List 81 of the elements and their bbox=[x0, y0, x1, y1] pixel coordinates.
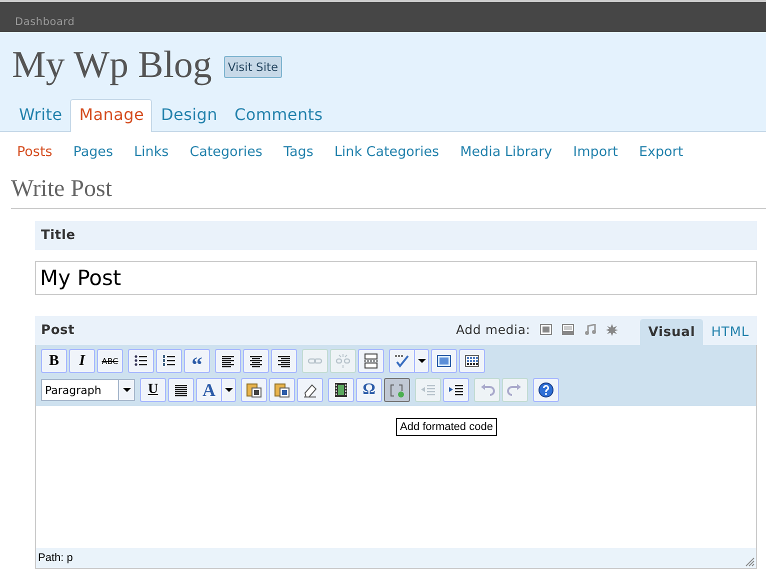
element-path: Path: p bbox=[38, 552, 73, 564]
dropdown-button[interactable] bbox=[415, 349, 429, 373]
tooltip: Add formated code bbox=[396, 418, 497, 436]
spelling-icon bbox=[394, 353, 410, 369]
numbered-list-icon bbox=[161, 353, 177, 369]
eraser-icon bbox=[302, 382, 318, 398]
text-color-button[interactable]: A bbox=[196, 378, 222, 402]
nav-tab[interactable]: Write bbox=[10, 99, 70, 131]
format-value: Paragraph bbox=[44, 384, 102, 396]
nav-tab[interactable]: Manage bbox=[70, 99, 152, 132]
code-icon bbox=[389, 382, 405, 398]
paste-word-button[interactable] bbox=[269, 378, 295, 402]
dropdown-button[interactable] bbox=[222, 378, 236, 402]
submenu-link[interactable]: Links bbox=[134, 144, 169, 162]
italic-button[interactable]: I bbox=[69, 349, 95, 373]
justify-button[interactable] bbox=[168, 378, 194, 402]
submenu-link[interactable]: Pages bbox=[73, 144, 113, 162]
page-break-icon bbox=[363, 353, 379, 369]
blog-title: My Wp Blog bbox=[12, 43, 212, 87]
nav-tab[interactable]: Design bbox=[152, 99, 226, 131]
align-left-icon bbox=[220, 353, 236, 369]
title-heading: Title bbox=[41, 228, 76, 243]
blockquote-button[interactable]: “ bbox=[184, 349, 210, 373]
nav-tab[interactable]: Comments bbox=[225, 99, 331, 131]
submenu-link[interactable]: Categories bbox=[190, 144, 262, 162]
submenu-link[interactable]: Import bbox=[573, 144, 618, 162]
toolbar-toggle-icon bbox=[464, 353, 480, 369]
numbers-button[interactable] bbox=[156, 349, 182, 373]
editor-tab[interactable]: Visual bbox=[640, 319, 704, 345]
question-mark-icon bbox=[538, 382, 554, 398]
align-center-button[interactable] bbox=[243, 349, 269, 373]
resize-grip-icon[interactable] bbox=[745, 557, 755, 567]
bullet-list-icon bbox=[133, 353, 149, 369]
eraser-button[interactable] bbox=[297, 378, 323, 402]
star-burst-icon[interactable] bbox=[606, 324, 618, 336]
fullscreen-button[interactable] bbox=[431, 349, 457, 373]
film-icon bbox=[333, 382, 349, 398]
align-center-icon bbox=[248, 353, 264, 369]
clipboard-icon bbox=[274, 382, 290, 398]
kitchen-sink-button[interactable] bbox=[459, 349, 485, 373]
underline-button[interactable]: U bbox=[140, 378, 166, 402]
align-left-button[interactable] bbox=[215, 349, 241, 373]
visit-site-button[interactable]: Visit Site bbox=[224, 56, 282, 78]
page-title: Write Post bbox=[10, 175, 114, 204]
special-character-button[interactable]: Ω bbox=[356, 378, 382, 402]
post-heading: Post bbox=[40, 323, 76, 340]
align-right-button[interactable] bbox=[271, 349, 297, 373]
justify-icon bbox=[173, 382, 189, 398]
spelling-button[interactable] bbox=[389, 349, 415, 373]
submenu-link[interactable]: Link Categories bbox=[334, 144, 440, 162]
bullets-button[interactable] bbox=[128, 349, 154, 373]
unlink-icon bbox=[335, 353, 351, 369]
submenu-link[interactable]: Posts bbox=[17, 144, 52, 162]
code-button[interactable] bbox=[384, 378, 410, 402]
film-icon[interactable] bbox=[562, 324, 574, 335]
dashboard-link[interactable]: Dashboard bbox=[15, 16, 75, 28]
undo-icon bbox=[479, 382, 495, 398]
bold-button[interactable]: B bbox=[41, 349, 67, 373]
indent-icon bbox=[448, 382, 464, 398]
submenu-link[interactable]: Media Library bbox=[460, 144, 552, 162]
editor-tab[interactable]: HTML bbox=[703, 319, 757, 345]
more-button[interactable] bbox=[358, 349, 384, 373]
caret-icon bbox=[418, 359, 426, 363]
media-button[interactable] bbox=[328, 378, 354, 402]
strikethrough-button[interactable]: ABC bbox=[97, 349, 123, 373]
add-media-label: Add media: bbox=[456, 322, 530, 337]
outdent-icon bbox=[420, 382, 436, 398]
indent-button[interactable] bbox=[443, 378, 469, 402]
caret-icon bbox=[122, 388, 130, 392]
submenu-link[interactable]: Export bbox=[638, 144, 684, 162]
align-right-icon bbox=[276, 353, 292, 369]
image-icon[interactable] bbox=[540, 324, 552, 335]
title-input[interactable]: My Post bbox=[35, 261, 757, 295]
paste-text-button[interactable] bbox=[241, 378, 267, 402]
clipboard-icon bbox=[246, 382, 262, 398]
redo-icon bbox=[507, 382, 523, 398]
format-dropdown[interactable]: Paragraph bbox=[41, 379, 135, 401]
caret-icon bbox=[224, 388, 232, 392]
help-button[interactable] bbox=[533, 378, 559, 402]
window-icon bbox=[436, 353, 452, 369]
submenu-link[interactable]: Tags bbox=[283, 144, 314, 162]
